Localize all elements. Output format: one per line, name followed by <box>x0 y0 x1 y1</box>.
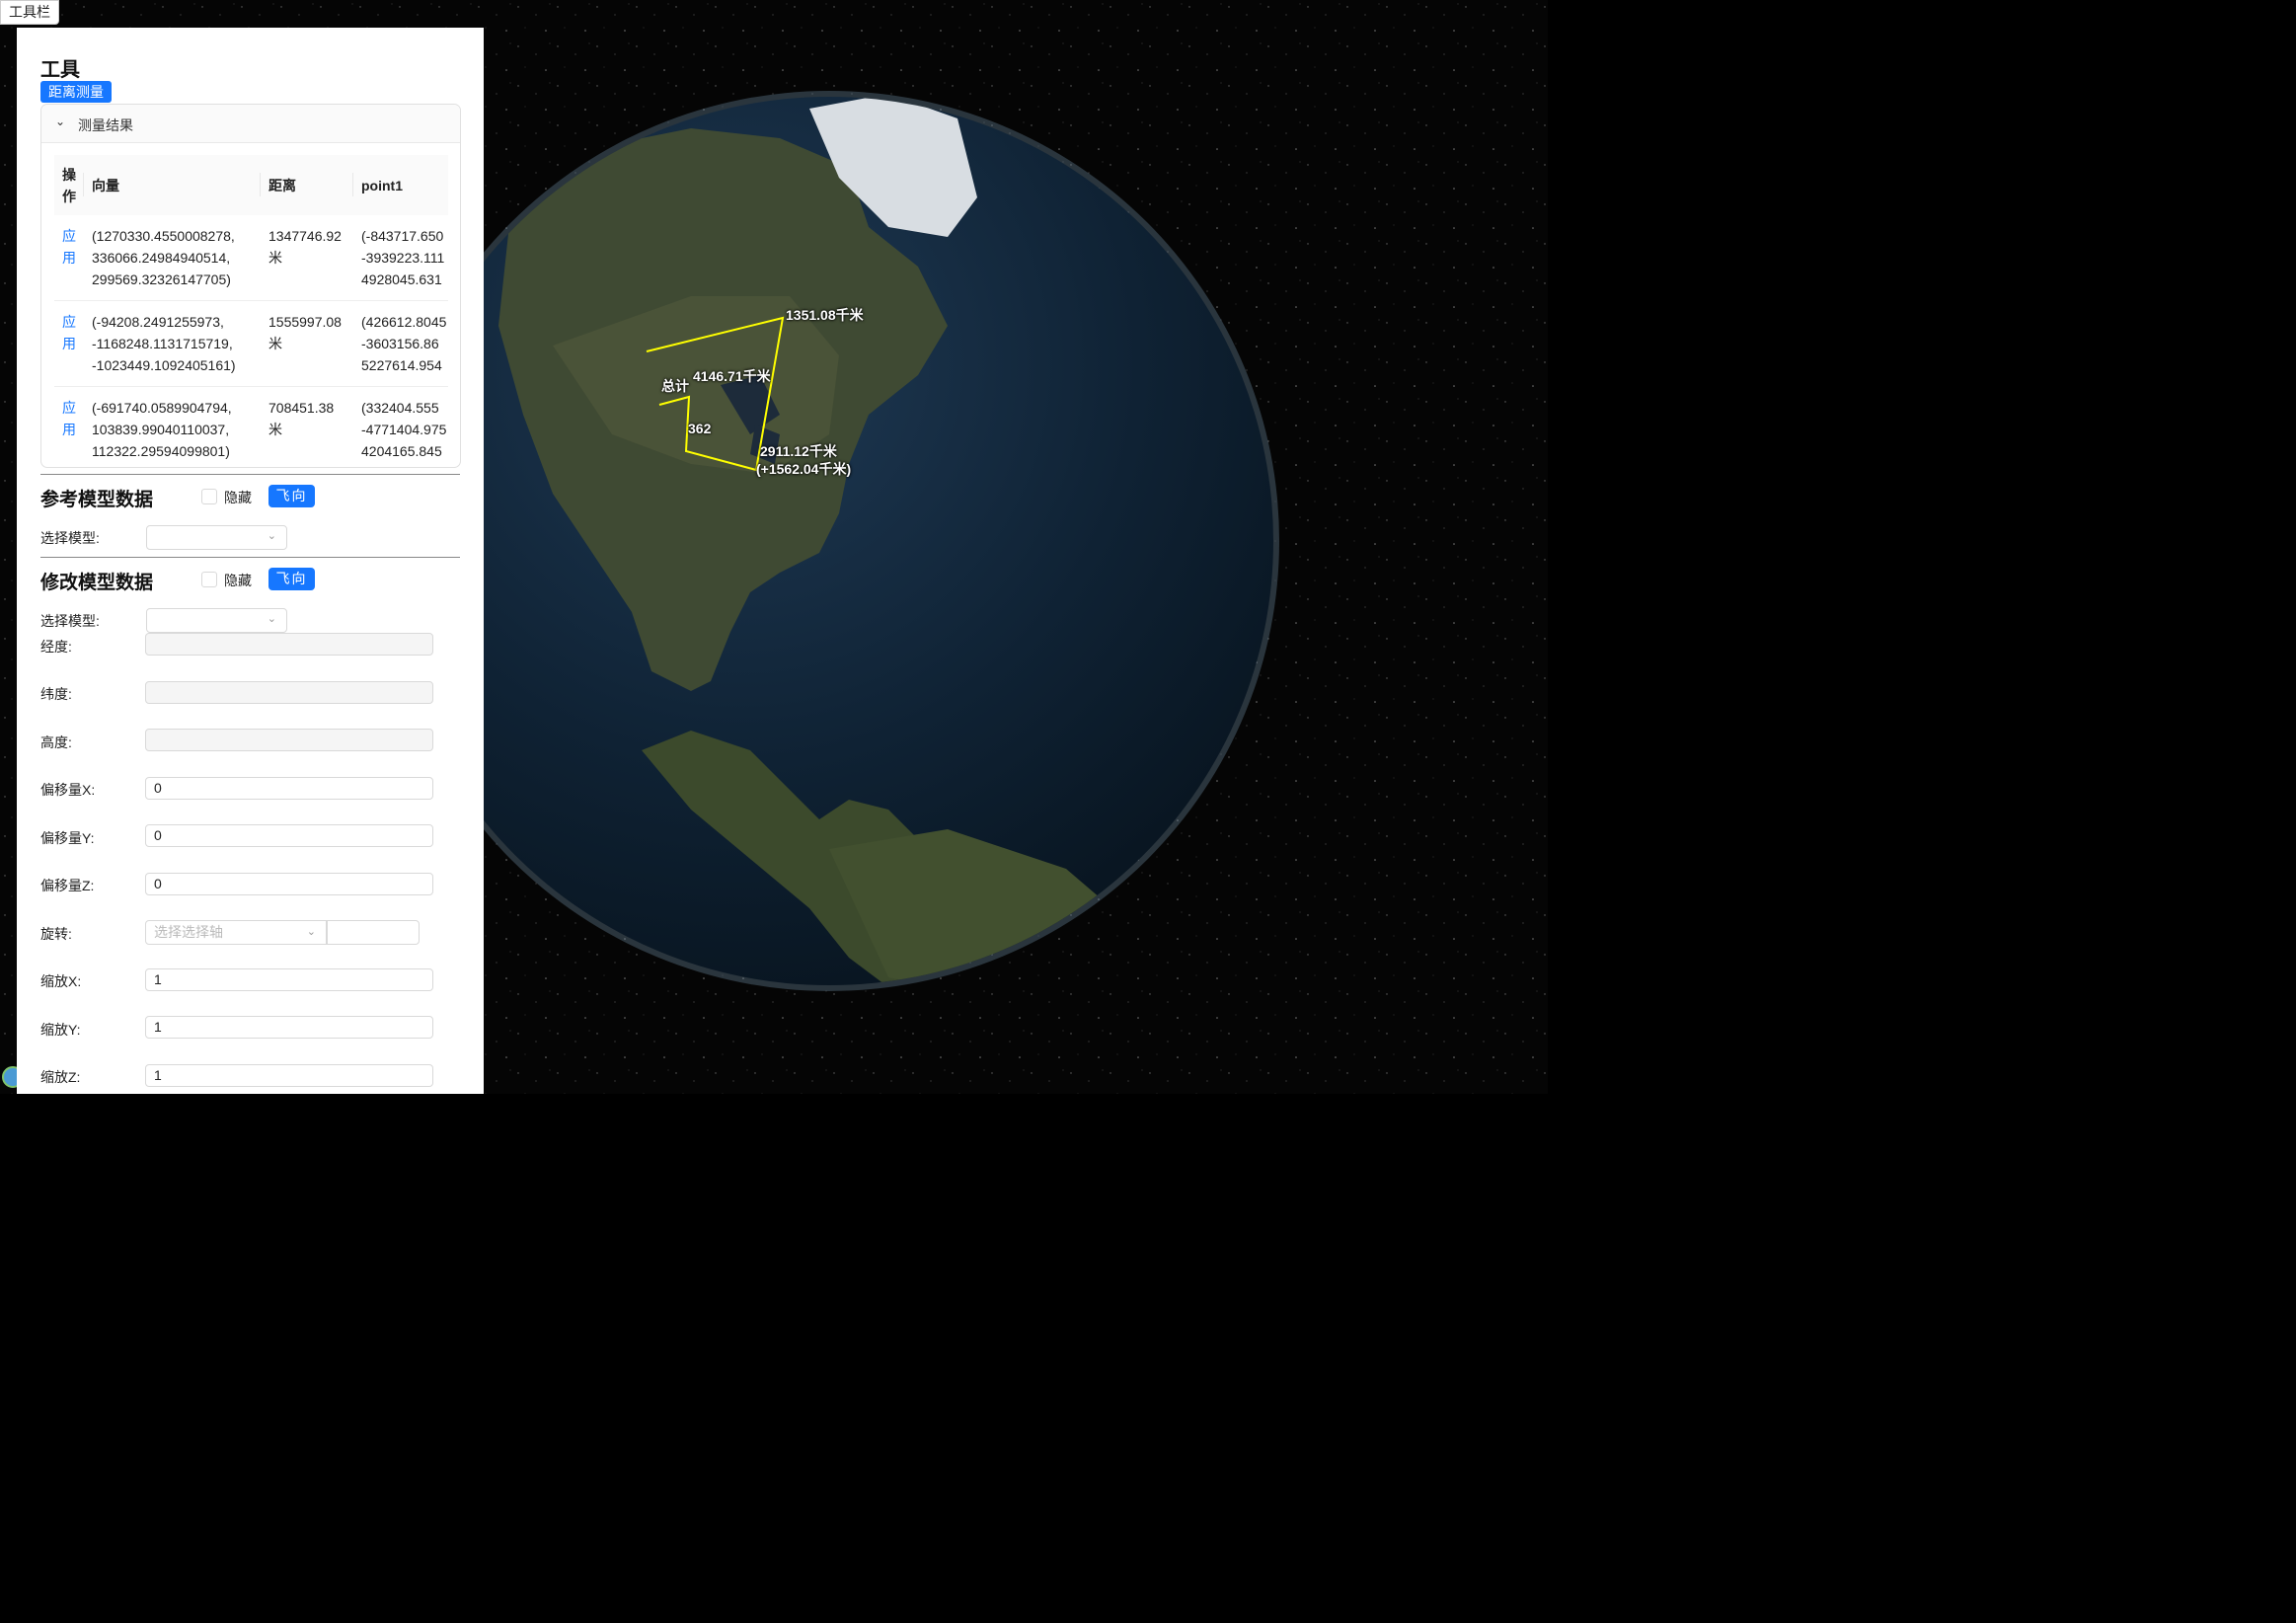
offset-x-field[interactable]: 0 <box>145 777 433 800</box>
longitude-field[interactable] <box>145 633 433 656</box>
panel-title: 工具 <box>40 59 80 81</box>
measure-label: 4146.71千米 <box>693 368 771 384</box>
measure-label: 362 <box>688 421 712 436</box>
scale-z-label: 缩放Z: <box>40 1069 81 1085</box>
rotation-value-input[interactable] <box>327 920 420 945</box>
scale-x-field[interactable]: 1 <box>145 968 433 991</box>
latitude-label: 纬度: <box>40 686 72 702</box>
column-header: 向量 <box>84 155 261 215</box>
tool-panel: 工具 距离测量 ⌄ 测量结果 操作 向量 距离 point1 应用 (12703… <box>17 28 484 1094</box>
distance-cell: 708451.38米 <box>261 386 353 461</box>
scale-y-field[interactable]: 1 <box>145 1016 433 1039</box>
measure-label: (+1562.04千米) <box>756 461 852 477</box>
chevron-down-icon: ⌄ <box>55 115 66 128</box>
apply-link[interactable]: 应用 <box>54 215 84 301</box>
point1-cell: (426612.8045 -3603156.86 5227614.954 <box>353 300 448 387</box>
point1-cell: (332404.555 -4771404.975 4204165.845 <box>353 386 448 461</box>
table-row: 应用 (1270330.4550008278, 336066.2498494051… <box>54 215 448 301</box>
longitude-label: 经度: <box>40 639 72 655</box>
table-row: 应用 (-94208.2491255973, -1168248.113171571… <box>54 300 448 387</box>
latitude-field[interactable] <box>145 681 433 704</box>
chevron-down-icon: ⌄ <box>267 530 276 542</box>
modify-section-title: 修改模型数据 <box>40 573 154 593</box>
apply-link[interactable]: 应用 <box>54 386 84 461</box>
offset-y-label: 偏移量Y: <box>40 830 95 846</box>
distance-measure-button[interactable]: 距离测量 <box>40 81 112 103</box>
modify-model-select[interactable]: ⌄ <box>146 608 287 633</box>
reference-select-label: 选择模型: <box>40 530 100 546</box>
vector-cell: (-94208.2491255973, -1168248.1131715719, -… <box>84 300 261 387</box>
distance-cell: 1555997.08米 <box>261 300 353 387</box>
measure-label: 总计 <box>661 378 689 394</box>
offset-y-field[interactable]: 0 <box>145 824 433 847</box>
height-label: 高度: <box>40 734 72 750</box>
divider <box>40 474 460 475</box>
height-field[interactable] <box>145 729 433 751</box>
reference-model-select[interactable]: ⌄ <box>146 525 287 550</box>
modify-fly-button[interactable]: 飞向 <box>268 568 315 590</box>
measure-results-collapse: ⌄ 测量结果 操作 向量 距离 point1 应用 (1270330.45500… <box>40 104 461 468</box>
rotation-axis-select[interactable]: 选择选择轴 ⌄ <box>145 920 327 945</box>
column-header: point1 <box>353 155 448 215</box>
scale-x-label: 缩放X: <box>40 973 82 989</box>
distance-cell: 1347746.92米 <box>261 215 353 301</box>
reference-section-title: 参考模型数据 <box>40 490 154 510</box>
reference-fly-button[interactable]: 飞向 <box>268 485 315 507</box>
vector-cell: (-691740.0589904794, 103839.99040110037, 1… <box>84 386 261 461</box>
column-header: 距离 <box>261 155 353 215</box>
rotation-axis-placeholder: 选择选择轴 <box>154 924 223 940</box>
offset-z-label: 偏移量Z: <box>40 878 95 893</box>
column-header: 操作 <box>54 155 84 215</box>
rotation-label: 旋转: <box>40 926 72 942</box>
scale-z-field[interactable]: 1 <box>145 1064 433 1087</box>
modify-hide-label: 隐藏 <box>224 573 252 588</box>
measure-label: 1351.08千米 <box>786 307 864 323</box>
measure-results-table[interactable]: 操作 向量 距离 point1 应用 (1270330.4550008278, 3… <box>54 155 448 461</box>
modify-hide-checkbox[interactable] <box>201 572 217 587</box>
measure-label: 2911.12千米 <box>760 443 837 459</box>
apply-link[interactable]: 应用 <box>54 300 84 387</box>
vector-cell: (1270330.4550008278, 336066.24984940514, 2… <box>84 215 261 301</box>
divider <box>40 557 460 558</box>
chevron-down-icon: ⌄ <box>306 926 316 938</box>
toolbar-toggle[interactable]: 工具栏 <box>0 0 59 25</box>
collapse-header[interactable]: ⌄ 测量结果 <box>41 105 460 143</box>
modify-select-label: 选择模型: <box>40 613 100 629</box>
offset-z-field[interactable]: 0 <box>145 873 433 895</box>
scale-y-label: 缩放Y: <box>40 1022 81 1038</box>
chevron-down-icon: ⌄ <box>267 613 276 625</box>
offset-x-label: 偏移量X: <box>40 782 96 798</box>
point1-cell: (-843717.650 -3939223.111 4928045.631 <box>353 215 448 301</box>
table-row: 应用 (-691740.0589904794, 103839.9904011003… <box>54 386 448 461</box>
collapse-title: 测量结果 <box>78 117 133 133</box>
reference-hide-checkbox[interactable] <box>201 489 217 504</box>
reference-hide-label: 隐藏 <box>224 490 252 505</box>
